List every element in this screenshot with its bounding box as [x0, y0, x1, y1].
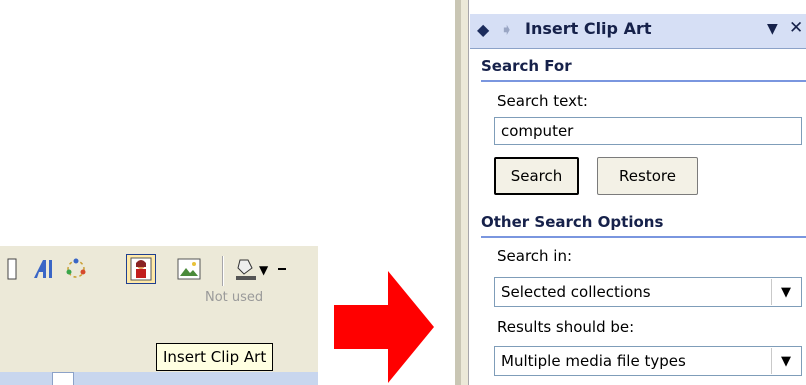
diagram-icon[interactable]: [63, 256, 89, 282]
frame-icon[interactable]: [0, 256, 26, 282]
results-select[interactable]: Multiple media file types ▼: [494, 346, 802, 376]
chevron-down-icon[interactable]: ▼: [771, 348, 800, 374]
toolbar-top-edge: [0, 244, 318, 246]
restore-button[interactable]: Restore: [597, 157, 698, 195]
picture-icon[interactable]: [176, 256, 202, 282]
search-text-label: Search text:: [497, 92, 588, 110]
faded-label: Not used: [205, 290, 264, 305]
wordart-icon[interactable]: [30, 256, 56, 282]
toolbar-overflow-icon[interactable]: [278, 268, 286, 270]
fill-color-dropdown-icon[interactable]: ▼: [259, 263, 268, 277]
search-in-value: Selected collections: [501, 283, 651, 301]
back-arrow-icon[interactable]: ◆: [477, 20, 489, 39]
search-button[interactable]: Search: [494, 157, 579, 195]
other-options-heading: Other Search Options: [481, 213, 664, 231]
results-label: Results should be:: [497, 318, 635, 336]
search-in-label: Search in:: [497, 247, 573, 265]
taskbar-strip: [0, 372, 318, 385]
tooltip: Insert Clip Art: [156, 343, 274, 371]
forward-arrow-icon[interactable]: ➧: [500, 20, 513, 39]
search-text-input[interactable]: [494, 117, 802, 145]
fill-color-icon[interactable]: [234, 256, 258, 282]
section-divider: [481, 236, 806, 238]
toolbar-separator: [222, 256, 223, 286]
red-arrow-icon: [334, 271, 434, 383]
section-divider: [481, 80, 806, 82]
search-for-heading: Search For: [481, 57, 572, 75]
pane-header-divider: [470, 48, 806, 49]
pane-menu-icon[interactable]: ▼: [767, 21, 778, 37]
pane-edge: [455, 0, 461, 385]
taskbar-tab[interactable]: [52, 372, 74, 385]
close-icon[interactable]: ✕: [789, 18, 803, 38]
search-in-select[interactable]: Selected collections ▼: [494, 277, 802, 307]
results-value: Multiple media file types: [501, 352, 686, 370]
pane-title: Insert Clip Art: [525, 19, 652, 38]
clip-art-icon: [130, 257, 152, 281]
clip-art-button[interactable]: [126, 254, 156, 284]
chevron-down-icon[interactable]: ▼: [771, 279, 800, 305]
